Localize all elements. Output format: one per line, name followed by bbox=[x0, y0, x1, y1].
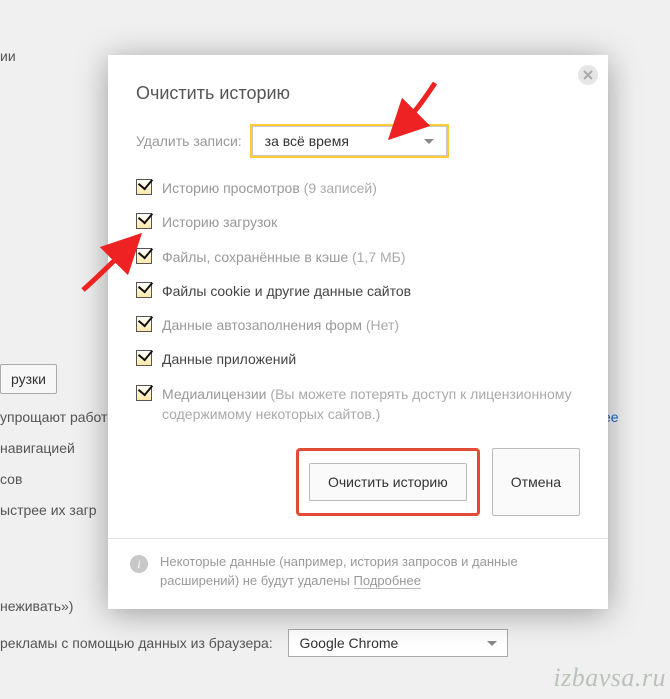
option-cookies: Файлы cookie и другие данные сайтов bbox=[136, 281, 580, 301]
checkbox[interactable] bbox=[136, 385, 152, 401]
cancel-button[interactable]: Отмена bbox=[492, 448, 580, 516]
option-cached-files: Файлы, сохранённые в кэше (1,7 МБ) bbox=[136, 247, 580, 267]
footer-text: Некоторые данные (например, история запр… bbox=[160, 554, 518, 588]
checkbox[interactable] bbox=[136, 282, 152, 298]
dialog-title: Очистить историю bbox=[136, 83, 580, 104]
checkbox[interactable] bbox=[136, 316, 152, 332]
close-icon bbox=[583, 70, 593, 80]
option-autofill: Данные автозаполнения форм (Нет) bbox=[136, 315, 580, 335]
bg-browser-select[interactable]: Google Chrome bbox=[288, 629, 508, 657]
option-browsing-history: Историю просмотров (9 записей) bbox=[136, 178, 580, 198]
dialog-actions: Очистить историю Отмена bbox=[136, 448, 580, 516]
option-media-licenses: Медиалицензии (Вы можете потерять доступ… bbox=[136, 384, 580, 425]
watermark: izbavsa.ru bbox=[553, 663, 666, 693]
chevron-down-icon bbox=[424, 139, 434, 144]
option-app-data: Данные приложений bbox=[136, 349, 580, 369]
annotation-highlight-box: Очистить историю bbox=[296, 448, 480, 516]
period-value: за всё время bbox=[265, 133, 349, 149]
clear-history-button[interactable]: Очистить историю bbox=[309, 463, 467, 501]
checkbox[interactable] bbox=[136, 213, 152, 229]
period-label: Удалить записи: bbox=[136, 133, 242, 149]
chevron-down-icon bbox=[487, 641, 497, 646]
bg-downloads-button[interactable]: рузки bbox=[0, 364, 57, 394]
close-button[interactable] bbox=[578, 65, 598, 85]
checkbox[interactable] bbox=[136, 179, 152, 195]
checkbox[interactable] bbox=[136, 350, 152, 366]
clear-history-dialog: Очистить историю Удалить записи: за всё … bbox=[108, 55, 608, 609]
checkbox[interactable] bbox=[136, 248, 152, 264]
info-icon: i bbox=[130, 555, 148, 573]
bg-browser-row: рекламы с помощью данных из браузера: Go… bbox=[0, 629, 670, 657]
period-select[interactable]: за всё время bbox=[252, 126, 447, 156]
option-download-history: Историю загрузок bbox=[136, 212, 580, 232]
dialog-footer: i Некоторые данные (например, история за… bbox=[108, 538, 608, 609]
learn-more-link[interactable]: Подробнее bbox=[354, 573, 421, 589]
